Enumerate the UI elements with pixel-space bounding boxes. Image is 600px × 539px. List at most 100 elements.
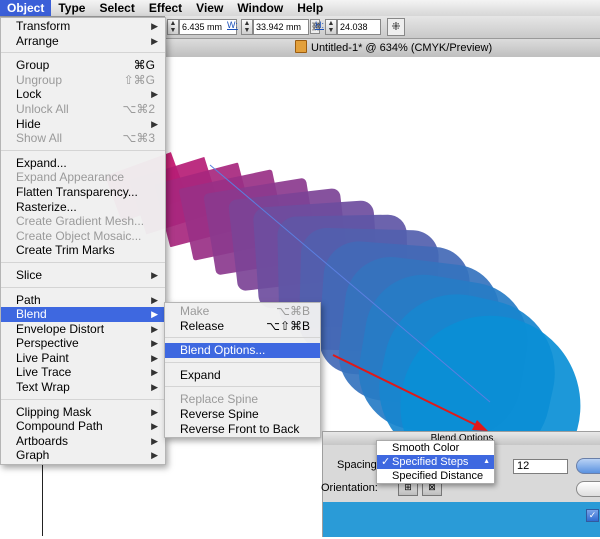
menu-window[interactable]: Window [230, 0, 290, 16]
w-stepper[interactable]: ▲ ▼ [241, 19, 253, 35]
menu-item-create-trim-marks[interactable]: Create Trim Marks [1, 243, 165, 258]
menu-select[interactable]: Select [92, 0, 141, 16]
menu-item-rasterize[interactable]: Rasterize... [1, 200, 165, 215]
steps-field[interactable]: 12 [513, 459, 568, 474]
menu-item-envelope-distort[interactable]: Envelope Distort ▶ [1, 322, 165, 337]
menu-item-replace-spine[interactable]: Replace Spine [165, 392, 320, 407]
menu-help[interactable]: Help [290, 0, 330, 16]
menu-item-compound-path[interactable]: Compound Path ▶ [1, 419, 165, 434]
menu-item-release[interactable]: Release ⌥⇧⌘B [165, 319, 320, 334]
menu-item-label: Transform [16, 19, 71, 33]
menu-item-label: Text Wrap [16, 380, 70, 395]
menu-item-text-wrap[interactable]: Text Wrap ▶ [1, 380, 165, 395]
submenu-arrow-icon: ▶ [151, 269, 158, 280]
orientation-label: Orientation: [321, 482, 378, 494]
spacing-popup[interactable]: Smooth Color ✓ Specified Steps ▲ ▼ Specifie… [376, 440, 495, 484]
menu-item-expand-appearance[interactable]: Expand Appearance [1, 170, 165, 185]
menu-view[interactable]: View [189, 0, 230, 16]
submenu-arrow-icon: ▶ [151, 89, 158, 100]
menu-item-expand[interactable]: Expand... [1, 156, 165, 171]
menu-item-show-all[interactable]: Show All ⌥⌘3 [1, 131, 165, 146]
control-bar: ▲ ▼ 6.435 mm W: ▲ ▼ 33.942 mm ⛓ H: ▲ ▼ 24.0… [165, 16, 600, 46]
x-stepper[interactable]: ▲ ▼ [167, 19, 179, 35]
spacing-option-selected[interactable]: ✓ Specified Steps ▲ ▼ [377, 455, 494, 479]
menu-item-blend[interactable]: Blend ▶ [1, 307, 165, 322]
object-menu: Transform ▶ Arrange ▶ Group ⌘G Ungroup ⇧⌘G Lock ▶… [0, 17, 166, 466]
menu-bar: Object Type Select Effect View Window He… [0, 0, 600, 17]
menu-item-arrange[interactable]: Arrange ▶ [1, 34, 165, 49]
submenu-arrow-icon: ▶ [151, 21, 158, 31]
menu-item-label: Hide [16, 116, 41, 131]
menu-item-lock[interactable]: Lock ▶ [1, 87, 165, 102]
submenu-arrow-icon: ▶ [151, 450, 158, 461]
submenu-arrow-icon: ▶ [151, 118, 158, 129]
menu-effect[interactable]: Effect [142, 0, 189, 16]
ok-button[interactable] [576, 458, 600, 474]
menu-item-label: Expand [180, 367, 221, 382]
menu-item-label: Flatten Transparency... [16, 184, 138, 199]
spacing-option[interactable]: Specified Distance [377, 469, 494, 483]
menu-item-label: Path [16, 292, 41, 307]
menu-item-create-object-mosaic[interactable]: Create Object Mosaic... [1, 229, 165, 244]
submenu-arrow-icon: ▶ [151, 435, 158, 446]
menu-item-slice[interactable]: Slice ▶ [1, 268, 165, 283]
menu-separator [165, 337, 320, 339]
menu-item-label: Ungroup [16, 72, 63, 87]
document-title: Untitled-1* @ 634% (CMYK/Preview) [311, 42, 493, 54]
menu-item-label: Compound Path [16, 419, 103, 434]
menu-item-clipping-mask[interactable]: Clipping Mask ▶ [1, 405, 165, 420]
menu-item-transform[interactable]: Transform ▶ [1, 19, 165, 34]
menu-item-label: Create Gradient Mesh... [16, 214, 145, 229]
menu-item-expand[interactable]: Expand [165, 368, 320, 383]
menu-separator [1, 149, 165, 151]
menu-item-label: Release [180, 318, 225, 333]
menu-type[interactable]: Type [51, 0, 92, 16]
document-icon [295, 40, 307, 53]
menu-item-graph[interactable]: Graph ▶ [1, 448, 165, 463]
menu-item-label: Graph [16, 448, 50, 463]
menu-object[interactable]: Object [0, 0, 52, 16]
menu-item-label: Clipping Mask [16, 404, 92, 419]
menu-item-label: Slice [16, 267, 43, 282]
menu-item-make[interactable]: Make ⌥⌘B [165, 304, 320, 319]
transform-reference-icon[interactable]: ⁜ [387, 18, 405, 36]
menu-item-perspective[interactable]: Perspective ▶ [1, 336, 165, 351]
cancel-button[interactable] [576, 481, 600, 497]
menu-item-artboards[interactable]: Artboards ▶ [1, 434, 165, 449]
submenu-arrow-icon: ▶ [151, 421, 158, 432]
menu-item-label: Group [16, 58, 50, 73]
menu-item-label: Live Paint [16, 350, 69, 365]
submenu-arrow-icon: ▶ [151, 35, 158, 46]
menu-item-blend-options[interactable]: Blend Options... [165, 343, 320, 358]
w-field[interactable]: 33.942 mm [253, 19, 309, 35]
menu-item-shortcut: ⌥⌘B [276, 304, 310, 318]
menu-item-label: Replace Spine [180, 392, 259, 407]
menu-item-label: Rasterize... [16, 199, 77, 214]
preview-checkbox[interactable]: ✓ [586, 509, 599, 522]
submenu-arrow-icon: ▶ [151, 352, 158, 363]
menu-item-ungroup[interactable]: Ungroup ⇧⌘G [1, 73, 165, 88]
h-stepper[interactable]: ▲ ▼ [325, 19, 337, 35]
h-field[interactable]: 24.038 mm [337, 19, 381, 46]
submenu-arrow-icon: ▶ [151, 406, 158, 417]
canvas-behind-dialog [323, 502, 600, 537]
menu-item-unlock-all[interactable]: Unlock All ⌥⌘2 [1, 102, 165, 117]
menu-separator [1, 261, 165, 263]
menu-item-live-paint[interactable]: Live Paint ▶ [1, 351, 165, 366]
submenu-arrow-icon: ▶ [151, 323, 158, 334]
menu-item-hide[interactable]: Hide ▶ [1, 117, 165, 132]
menu-item-live-trace[interactable]: Live Trace ▶ [1, 365, 165, 380]
menu-item-flatten-transparency[interactable]: Flatten Transparency... [1, 185, 165, 200]
menu-item-label: Live Trace [16, 365, 72, 380]
menu-item-reverse-spine[interactable]: Reverse Spine [165, 407, 320, 422]
menu-item-reverse-front-to-back[interactable]: Reverse Front to Back [165, 422, 320, 437]
menu-item-path[interactable]: Path ▶ [1, 293, 165, 308]
document-tab[interactable]: Untitled-1* @ 634% (CMYK/Preview) [295, 39, 492, 57]
spacing-option[interactable]: Smooth Color [377, 441, 494, 455]
menu-item-label: Lock [16, 87, 42, 102]
menu-item-create-gradient-mesh[interactable]: Create Gradient Mesh... [1, 214, 165, 229]
menu-separator [1, 52, 165, 54]
menu-item-label: Blend [16, 307, 47, 322]
menu-item-shortcut: ⌥⌘3 [122, 131, 155, 146]
menu-item-group[interactable]: Group ⌘G [1, 58, 165, 73]
